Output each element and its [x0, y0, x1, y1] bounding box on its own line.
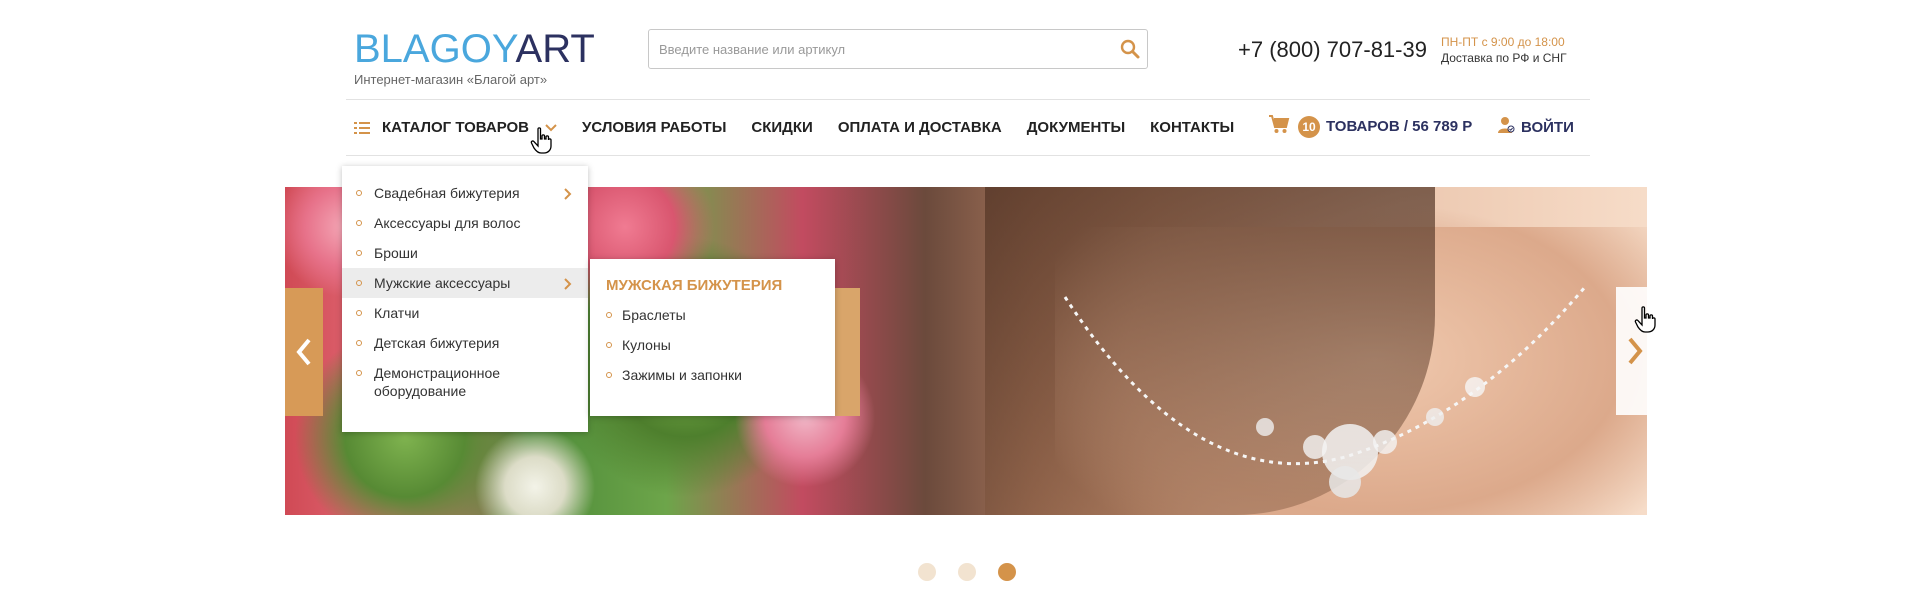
chevron-right-icon	[1628, 337, 1643, 365]
bullet-icon	[606, 312, 612, 318]
work-hours: ПН-ПТ с 9:00 до 18:00 Доставка по РФ и С…	[1441, 34, 1567, 66]
hours-text: ПН-ПТ с 9:00 до 18:00	[1441, 35, 1565, 49]
slider-dot-3[interactable]	[998, 563, 1016, 581]
user-icon	[1497, 116, 1515, 139]
submenu-item-label: Зажимы и запонки	[622, 367, 742, 383]
nav-catalog[interactable]: Каталог товаров	[354, 119, 557, 136]
logo-text: BLAGOYART	[354, 28, 595, 70]
nav-payment-delivery[interactable]: Оплата и доставка	[838, 119, 1002, 136]
bullet-icon	[356, 370, 362, 376]
catalog-item-label: Свадебная бижутерия	[374, 185, 520, 201]
submenu-item-clips[interactable]: Зажимы и запонки	[606, 360, 835, 390]
catalog-dropdown: Свадебная бижутерия Аксессуары для волос…	[342, 166, 588, 432]
catalog-item-label: Демонстрационное оборудование	[374, 365, 501, 399]
bullet-icon	[606, 342, 612, 348]
bullet-icon	[356, 310, 362, 316]
nav-divider-bottom	[346, 155, 1590, 156]
bullet-icon	[356, 220, 362, 226]
bullet-icon	[356, 250, 362, 256]
slider-dot-1[interactable]	[918, 563, 936, 581]
nav-documents[interactable]: Документы	[1027, 119, 1125, 136]
hand-cursor-icon	[530, 127, 552, 154]
bullet-icon	[356, 340, 362, 346]
login-button[interactable]: ВОЙТИ	[1497, 116, 1574, 139]
submenu-item-label: Браслеты	[622, 307, 686, 323]
search-icon[interactable]	[1119, 38, 1141, 60]
search-input[interactable]	[649, 30, 1089, 68]
login-label: ВОЙТИ	[1521, 119, 1574, 136]
hand-cursor-icon	[1634, 306, 1656, 333]
catalog-item-label: Аксессуары для волос	[374, 215, 521, 231]
catalog-item-label: Детская бижутерия	[374, 335, 500, 351]
logo[interactable]: BLAGOYART Интернет-магазин «Благой арт»	[354, 28, 595, 87]
catalog-item-men[interactable]: Мужские аксессуары	[342, 268, 588, 298]
catalog-item-label: Броши	[374, 245, 418, 261]
submenu-item-label: Кулоны	[622, 337, 671, 353]
list-icon	[354, 121, 370, 135]
search-box	[648, 29, 1148, 69]
catalog-item-clutches[interactable]: Клатчи	[342, 298, 588, 328]
catalog-item-wedding[interactable]: Свадебная бижутерия	[342, 178, 588, 208]
bullet-icon	[606, 372, 612, 378]
chevron-right-icon	[564, 187, 572, 203]
chevron-right-icon	[564, 277, 572, 293]
catalog-item-brooches[interactable]: Броши	[342, 238, 588, 268]
submenu-item-pendants[interactable]: Кулоны	[606, 330, 835, 360]
catalog-item-hair[interactable]: Аксессуары для волос	[342, 208, 588, 238]
necklace-image	[1063, 286, 1587, 498]
phone-number[interactable]: +7 (800) 707-81-39	[1238, 37, 1427, 63]
nav-terms[interactable]: Условия работы	[582, 119, 726, 136]
catalog-submenu: Мужская бижутерия Браслеты Кулоны Зажимы…	[590, 259, 835, 416]
slider-prev-button[interactable]	[285, 288, 323, 416]
catalog-item-label: Мужские аксессуары	[374, 275, 511, 291]
chevron-left-icon	[296, 338, 311, 366]
logo-part1: BLAGOY	[354, 27, 516, 71]
catalog-item-equipment[interactable]: Демонстрационное оборудование	[342, 358, 588, 402]
cart-icon	[1268, 114, 1290, 139]
logo-tagline: Интернет-магазин «Благой арт»	[354, 72, 548, 87]
slider-dot-2[interactable]	[958, 563, 976, 581]
slider-dots	[918, 563, 1038, 581]
catalog-item-label: Клатчи	[374, 305, 420, 321]
nav-discounts[interactable]: Скидки	[751, 119, 812, 136]
cart-summary: ТОВАРОВ / 56 789 Р	[1326, 118, 1473, 135]
cart-count-badge: 10	[1298, 115, 1320, 138]
bullet-icon	[356, 280, 362, 286]
nav-contacts[interactable]: Контакты	[1150, 119, 1234, 136]
submenu-item-bracelets[interactable]: Браслеты	[606, 300, 835, 330]
cart-button[interactable]: 10 ТОВАРОВ / 56 789 Р	[1268, 114, 1472, 139]
main-nav: Каталог товаров Условия работы Скидки Оп…	[354, 100, 1259, 155]
nav-catalog-label: Каталог товаров	[382, 119, 530, 136]
delivery-text: Доставка по РФ и СНГ	[1441, 51, 1567, 65]
catalog-item-kids[interactable]: Детская бижутерия	[342, 328, 588, 358]
logo-part2: ART	[515, 27, 595, 71]
submenu-title[interactable]: Мужская бижутерия	[606, 277, 835, 294]
bullet-icon	[356, 190, 362, 196]
